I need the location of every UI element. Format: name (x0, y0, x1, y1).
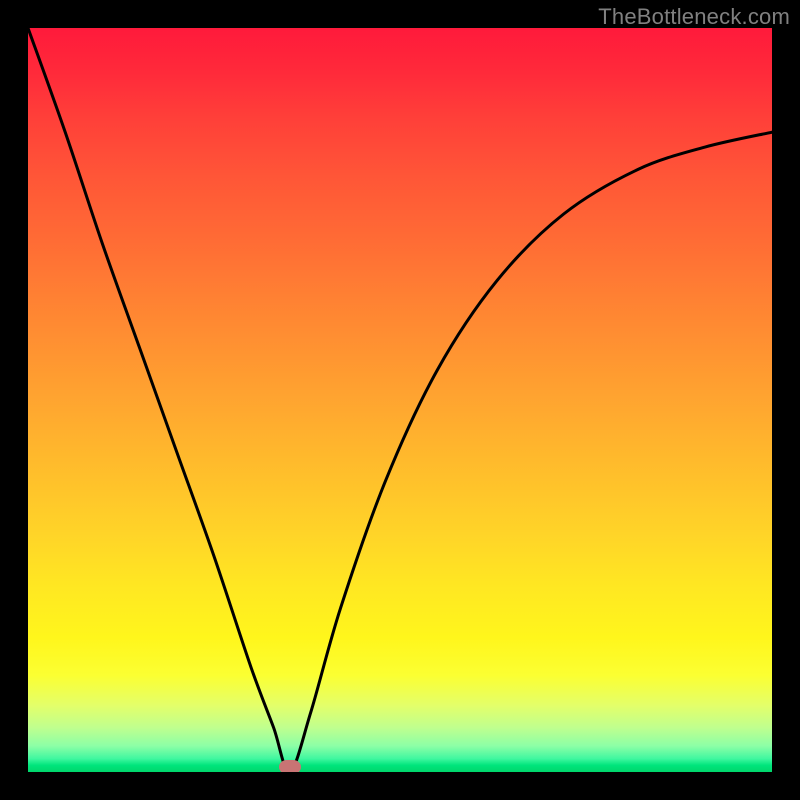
bottleneck-curve (28, 28, 772, 772)
watermark-text: TheBottleneck.com (598, 4, 790, 30)
chart-frame: TheBottleneck.com (0, 0, 800, 800)
optimal-marker-icon (279, 760, 301, 772)
plot-area (28, 28, 772, 772)
